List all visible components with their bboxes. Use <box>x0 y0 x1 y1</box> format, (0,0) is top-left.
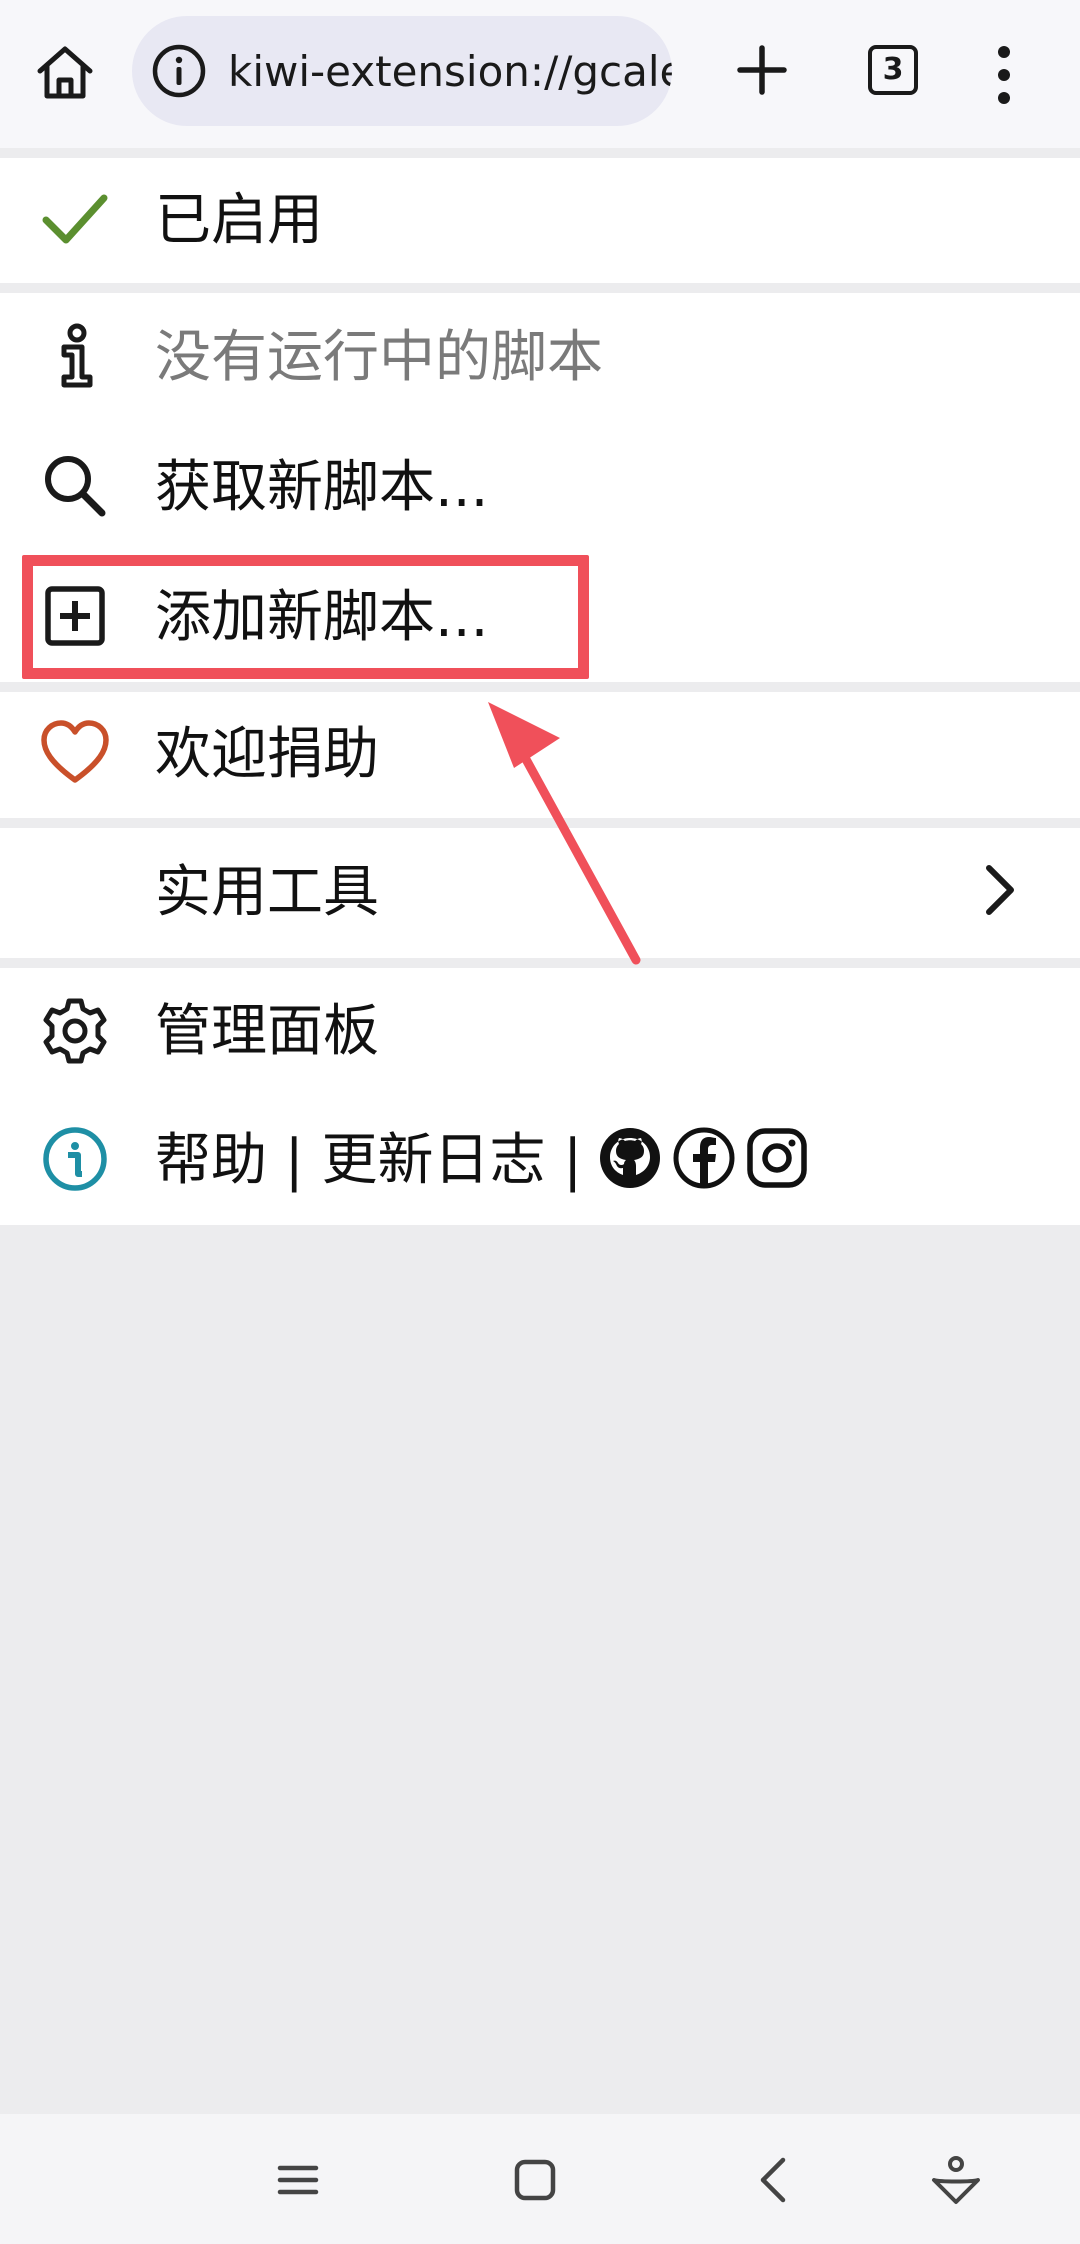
tab-switcher-button[interactable]: 3 <box>868 45 918 95</box>
home-nav-icon[interactable] <box>505 2150 565 2210</box>
info-icon <box>61 323 93 388</box>
menu-item-dashboard[interactable]: 管理面板 <box>0 968 1080 1096</box>
check-icon <box>42 194 108 244</box>
info-icon <box>43 1127 107 1191</box>
help-changelog-links[interactable]: 帮助 | 更新日志 | <box>155 1126 582 1196</box>
divider <box>0 148 1080 158</box>
instagram-icon[interactable] <box>745 1126 809 1190</box>
system-navigation-bar <box>0 2114 1080 2244</box>
url-text: kiwi-extension://gcale <box>228 46 672 96</box>
tampermonkey-popup-menu: 已启用 没有运行中的脚本 获取新脚本... 添加新脚本... 欢迎捐助 实用工具… <box>0 148 1080 1225</box>
home-icon <box>37 46 93 99</box>
site-info-button[interactable] <box>150 42 208 100</box>
facebook-icon[interactable] <box>672 1126 736 1190</box>
menu-item-label: 管理面板 <box>155 999 379 1064</box>
menu-item-help: 帮助 | 更新日志 | <box>0 1096 1080 1225</box>
github-icon[interactable] <box>598 1126 662 1190</box>
menu-item-label: 欢迎捐助 <box>155 722 379 787</box>
menu-item-no-scripts: 没有运行中的脚本 <box>0 293 1080 423</box>
menu-item-label: 没有运行中的脚本 <box>155 325 603 390</box>
annotation-arrow-icon <box>488 702 641 965</box>
search-icon <box>45 456 106 517</box>
plus-icon <box>737 45 787 95</box>
back-icon[interactable] <box>745 2150 805 2210</box>
heart-icon <box>41 720 109 783</box>
home-button[interactable] <box>30 38 100 108</box>
browser-toolbar: kiwi-extension://gcale 3 <box>0 0 1080 148</box>
annotation-highlight-box <box>22 555 589 679</box>
chevron-right-icon <box>986 865 1014 915</box>
menu-item-get-new-scripts[interactable]: 获取新脚本... <box>0 423 1080 553</box>
gear-icon <box>43 998 107 1064</box>
new-tab-button[interactable] <box>730 38 794 102</box>
menu-item-enabled[interactable]: 已启用 <box>0 158 1080 283</box>
menu-item-label: 已启用 <box>155 188 323 253</box>
browser-menu-button[interactable] <box>984 40 1024 110</box>
more-vert-icon <box>998 46 1010 104</box>
divider <box>0 283 1080 293</box>
screen: kiwi-extension://gcale 3 已启用 没有运行中的脚本 获取… <box>0 0 1080 2244</box>
menu-item-label: 获取新脚本... <box>155 455 489 520</box>
info-icon <box>152 44 206 98</box>
menu-item-label: 实用工具 <box>155 860 379 925</box>
recent-apps-icon[interactable] <box>268 2150 328 2210</box>
address-bar[interactable]: kiwi-extension://gcale <box>132 16 672 126</box>
assistant-icon[interactable] <box>926 2150 986 2210</box>
